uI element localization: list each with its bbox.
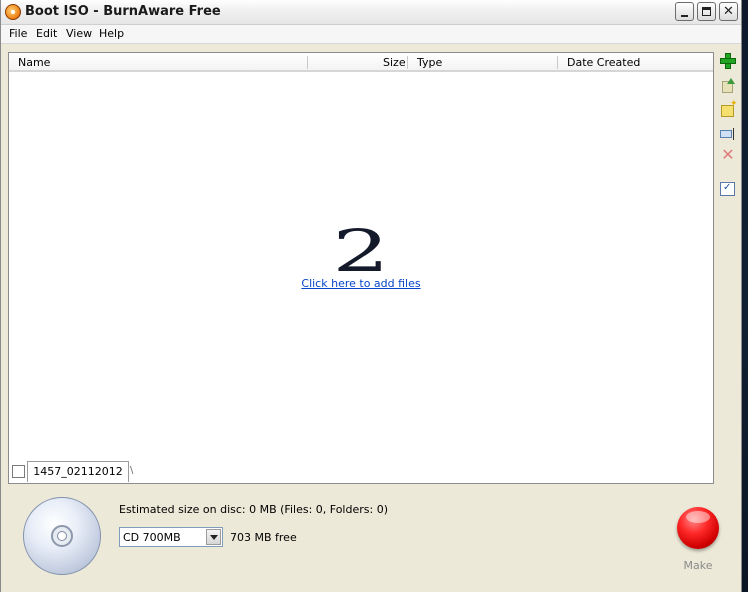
delete-button[interactable]: ✕ (720, 145, 736, 164)
maximize-icon (702, 7, 711, 16)
make-label: Make (683, 559, 713, 572)
file-list-header: Name Size Type Date Created (9, 53, 713, 72)
sparkle-icon: ✦ (730, 99, 738, 109)
delete-icon: ✕ (721, 145, 735, 164)
maximize-button[interactable] (697, 2, 716, 21)
disc-type-value: CD 700MB (123, 531, 181, 544)
cd-disc-icon (23, 497, 101, 575)
close-button[interactable]: ✕ (719, 2, 738, 21)
app-window: Boot ISO - BurnAware Free ✕ File Edit Vi… (0, 0, 742, 592)
add-files-link[interactable]: Click here to add files (269, 277, 453, 290)
column-divider[interactable] (557, 56, 558, 69)
minimize-button[interactable] (675, 2, 694, 21)
rename-icon (720, 130, 732, 138)
rename-button[interactable] (720, 126, 736, 142)
disc-label-tab[interactable]: 1457_02112012 (27, 461, 129, 482)
move-up-button[interactable] (720, 78, 736, 94)
new-folder-button[interactable]: ✦ (720, 99, 738, 118)
title-bar[interactable]: Boot ISO - BurnAware Free ✕ (1, 0, 741, 25)
text-cursor-icon (733, 128, 734, 140)
checkmark-icon: ✓ (723, 182, 732, 193)
column-type[interactable]: Type (417, 56, 442, 69)
window-title: Boot ISO - BurnAware Free (25, 4, 221, 19)
disc-path-root: \ (130, 465, 134, 476)
menu-bar: File Edit View Help (1, 25, 741, 44)
column-size[interactable]: Size (383, 56, 406, 69)
desktop-background (742, 0, 748, 592)
menu-file[interactable]: File (9, 27, 27, 40)
menu-help[interactable]: Help (99, 27, 124, 40)
estimated-size-text: Estimated size on disc: 0 MB (Files: 0, … (119, 503, 388, 516)
column-divider[interactable] (307, 56, 308, 69)
disc-tab-checkbox[interactable] (12, 465, 25, 478)
column-name[interactable]: Name (18, 56, 50, 69)
menu-edit[interactable]: Edit (36, 27, 57, 40)
disc-hole (57, 531, 67, 541)
close-icon: ✕ (723, 4, 734, 19)
minimize-icon (681, 15, 688, 17)
chevron-down-icon[interactable] (206, 529, 221, 545)
up-arrow-icon (727, 78, 735, 84)
burnaware-app-icon[interactable] (5, 4, 21, 20)
disc-type-select[interactable]: CD 700MB (119, 527, 223, 547)
file-list[interactable]: Name Size Type Date Created 2 Click here… (8, 52, 714, 484)
make-button[interactable] (677, 507, 719, 549)
column-divider[interactable] (407, 56, 408, 69)
properties-button[interactable]: ✓ (720, 181, 736, 197)
add-files-button[interactable] (720, 53, 736, 69)
column-date-created[interactable]: Date Created (567, 56, 640, 69)
menu-view[interactable]: View (66, 27, 92, 40)
free-space-text: 703 MB free (230, 531, 297, 544)
hint-number: 2 (332, 217, 390, 285)
